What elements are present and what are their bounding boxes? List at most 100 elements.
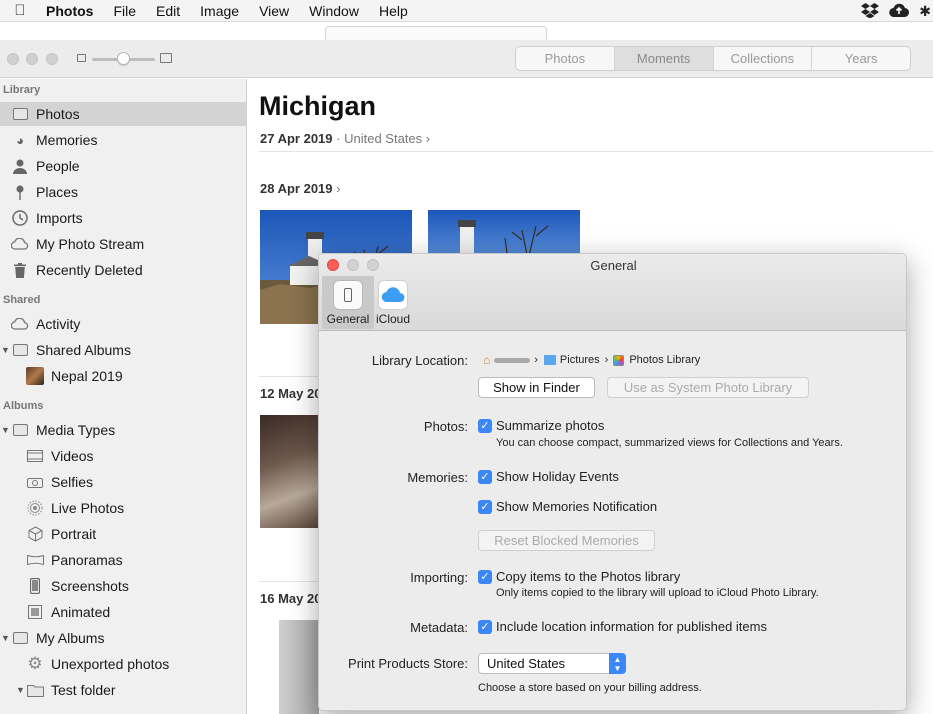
sidebar-item-label: Live Photos [51, 500, 125, 516]
sidebar-item-my-albums[interactable]: My Albums [0, 626, 246, 650]
gear-icon: ⚙ [27, 654, 43, 673]
sidebar-header-library: Library [3, 84, 41, 96]
sidebar-item-photos[interactable]: Photos [0, 102, 246, 126]
phone-icon [26, 578, 44, 594]
summarize-photos-label: Summarize photos [496, 418, 605, 433]
menu-bar:  Photos File Edit Image View Window Hel… [0, 0, 933, 22]
photo-thumbnail[interactable] [260, 415, 318, 528]
view-segmented-control: Photos Moments Collections Years [515, 46, 911, 71]
folder-icon [26, 682, 44, 698]
memories-label: Memories: [407, 470, 468, 485]
photos-library-icon [613, 354, 625, 366]
section-date: 12 May 20 [260, 386, 322, 401]
segment-photos[interactable]: Photos [516, 47, 615, 70]
sidebar-item-test-folder[interactable]: Test folder [0, 678, 246, 702]
close-window-button[interactable] [7, 53, 19, 65]
bluetooth-icon[interactable]: ✱ [919, 3, 931, 20]
video-icon [26, 448, 44, 464]
tab-label: General [326, 312, 370, 326]
cloud-upload-icon[interactable] [889, 2, 910, 21]
sidebar-item-animated[interactable]: Animated [0, 600, 246, 624]
zoom-window-button[interactable] [46, 53, 58, 65]
apple-menu-icon[interactable]:  [0, 2, 40, 19]
segment-years[interactable]: Years [812, 47, 910, 70]
sidebar-item-portrait[interactable]: Portrait [0, 522, 246, 546]
memories-notification-checkbox[interactable]: ✓ [478, 500, 492, 514]
holiday-events-checkbox[interactable]: ✓ [478, 470, 492, 484]
minimize-window-button[interactable] [26, 53, 38, 65]
section-header[interactable]: 16 May 20 [260, 591, 321, 606]
importing-label: Importing: [410, 570, 468, 585]
sidebar-item-unexported-photos[interactable]: ⚙ Unexported photos [0, 652, 246, 676]
menu-help[interactable]: Help [369, 3, 418, 19]
sidebar-item-shared-albums[interactable]: Shared Albums [0, 338, 246, 362]
section-header[interactable]: 28 Apr 2019 › [260, 181, 340, 196]
sidebar-item-nepal-2019[interactable]: Nepal 2019 [0, 364, 246, 388]
copy-items-note: Only items copied to the library will up… [496, 587, 819, 599]
sidebar-item-activity[interactable]: Activity [0, 312, 246, 336]
sidebar-item-media-types[interactable]: Media Types [0, 418, 246, 442]
home-icon: ⌂ [483, 353, 491, 367]
large-thumbnail-icon [160, 53, 172, 63]
preferences-toolbar: General General iCloud [319, 254, 906, 331]
sidebar-item-label: My Albums [36, 630, 105, 646]
redacted-username [494, 357, 531, 363]
copy-items-checkbox[interactable]: ✓ [478, 570, 492, 584]
section-date: 16 May 20 [260, 591, 322, 606]
menu-app-name[interactable]: Photos [40, 3, 103, 19]
sidebar-item-selfies[interactable]: Selfies [0, 470, 246, 494]
sidebar-item-places[interactable]: Places [0, 180, 246, 204]
sidebar-item-recently-deleted[interactable]: Recently Deleted [0, 258, 246, 282]
preferences-dialog: General General iCloud Library Location:… [318, 253, 907, 711]
menu-view[interactable]: View [249, 3, 299, 19]
dropbox-icon[interactable] [861, 2, 880, 21]
sidebar-item-label: Activity [36, 316, 81, 332]
menu-window[interactable]: Window [299, 3, 369, 19]
live-photo-icon [26, 500, 44, 516]
sidebar-item-live-photos[interactable]: Live Photos [0, 496, 246, 520]
folder-icon [11, 422, 29, 438]
sidebar-item-label: Media Types [36, 422, 116, 438]
trash-icon [11, 262, 29, 278]
library-path: ⌂ › Pictures › Photos Library [483, 353, 700, 367]
folder-icon [543, 355, 556, 365]
sidebar-item-imports[interactable]: Imports [0, 206, 246, 230]
moment-header[interactable]: 27 Apr 2019 · United States › [260, 131, 430, 146]
cloud-icon [11, 316, 29, 332]
sidebar-item-panoramas[interactable]: Panoramas [0, 548, 246, 572]
segment-moments[interactable]: Moments [614, 47, 714, 70]
include-location-label: Include location information for publish… [496, 619, 767, 634]
sidebar-item-memories[interactable]: ◕ Memories [0, 128, 246, 152]
menu-file[interactable]: File [103, 3, 146, 19]
sidebar-item-videos[interactable]: Videos [0, 444, 246, 468]
path-separator-icon: › [604, 354, 609, 366]
section-header[interactable]: 12 May 20 [260, 386, 321, 401]
sidebar-item-photo-stream[interactable]: My Photo Stream [0, 232, 246, 256]
menu-edit[interactable]: Edit [146, 3, 190, 19]
show-in-finder-button[interactable]: Show in Finder [478, 377, 595, 398]
summarize-photos-checkbox[interactable]: ✓ [478, 419, 492, 433]
sidebar-item-people[interactable]: People [0, 154, 246, 178]
zoom-slider-knob[interactable] [117, 52, 130, 65]
sidebar-header-shared: Shared [3, 294, 41, 306]
chevron-right-icon: › [336, 181, 341, 196]
memories-icon: ◕ [16, 132, 24, 148]
chevron-right-icon: › [425, 131, 431, 146]
sidebar-item-label: Memories [36, 132, 98, 148]
sidebar-item-label: Videos [51, 448, 94, 464]
holiday-events-label: Show Holiday Events [496, 469, 619, 484]
metadata-label: Metadata: [410, 620, 468, 635]
sidebar-item-screenshots[interactable]: Screenshots [0, 574, 246, 598]
tab-icloud[interactable]: iCloud [367, 276, 419, 329]
general-switch-icon [333, 280, 363, 310]
segment-collections[interactable]: Collections [714, 47, 813, 70]
select-arrows-icon: ▲ ▼ [609, 653, 626, 674]
include-location-checkbox[interactable]: ✓ [478, 620, 492, 634]
page-title: Michigan [259, 91, 377, 121]
camera-icon [26, 474, 44, 490]
sidebar-item-label: Nepal 2019 [51, 368, 123, 384]
print-store-select[interactable]: United States ▲ ▼ [478, 653, 626, 674]
photo-thumbnail[interactable] [279, 620, 319, 714]
summarize-note: You can choose compact, summarized views… [496, 437, 843, 449]
menu-image[interactable]: Image [190, 3, 249, 19]
